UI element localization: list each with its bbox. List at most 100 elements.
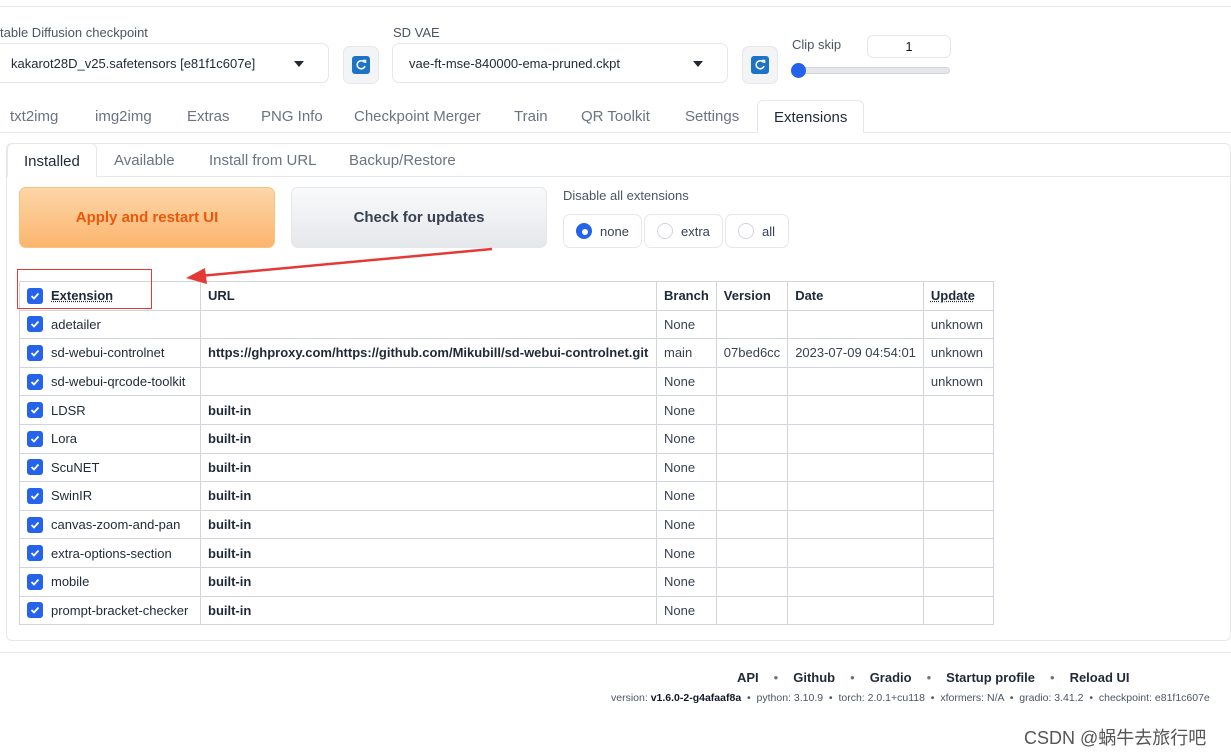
extension-date: 2023-07-09 04:54:01 bbox=[787, 338, 924, 368]
chevron-down-icon bbox=[693, 61, 703, 67]
footer-link-reload-ui[interactable]: Reload UI bbox=[1070, 670, 1130, 685]
separator-dot: • bbox=[850, 670, 855, 685]
extension-url[interactable]: https://ghproxy.com/https://github.com/M… bbox=[200, 338, 657, 368]
clip-skip-slider-thumb[interactable] bbox=[791, 63, 806, 78]
radio-none[interactable]: none bbox=[563, 214, 642, 248]
radio-unselected-icon bbox=[657, 223, 673, 239]
header-update[interactable]: Update bbox=[922, 281, 994, 311]
extension-branch: None bbox=[656, 481, 717, 511]
extension-enabled-checkbox[interactable] bbox=[27, 373, 43, 390]
tab-extras[interactable]: Extras bbox=[187, 100, 230, 133]
tab-settings[interactable]: Settings bbox=[685, 100, 739, 133]
extension-update-status bbox=[922, 452, 994, 483]
separator-dot: • bbox=[926, 670, 932, 685]
extension-version bbox=[715, 395, 789, 425]
extension-enabled-checkbox[interactable] bbox=[27, 573, 43, 590]
extension-cell: sd-webui-controlnet bbox=[19, 338, 201, 368]
clip-skip-input[interactable]: 1 bbox=[867, 35, 951, 58]
extension-branch: None bbox=[656, 595, 717, 626]
extension-version bbox=[715, 423, 789, 454]
checkpoint-hash: checkpoint: e81f1c607e bbox=[1098, 692, 1210, 704]
extension-version bbox=[715, 481, 789, 511]
extension-enabled-checkbox[interactable] bbox=[27, 516, 43, 533]
extension-enabled-checkbox[interactable] bbox=[27, 459, 43, 476]
tab-train[interactable]: Train bbox=[514, 100, 548, 133]
extension-update-status: unknown bbox=[922, 366, 994, 397]
extension-enabled-checkbox[interactable] bbox=[27, 430, 43, 447]
checkpoint-refresh-button[interactable] bbox=[343, 46, 379, 84]
extension-name: ScuNET bbox=[51, 459, 100, 475]
extension-url: built-in bbox=[200, 395, 657, 425]
extension-update-status bbox=[922, 395, 994, 425]
extension-version: 07bed6cc bbox=[715, 338, 789, 368]
tab-png-info[interactable]: PNG Info bbox=[261, 100, 323, 133]
checkpoint-dropdown[interactable]: kakarot28D_v25.safetensors [e81f1c607e] bbox=[0, 43, 329, 83]
extension-branch: None bbox=[656, 538, 717, 568]
extension-enabled-checkbox[interactable] bbox=[27, 487, 43, 504]
vae-value: vae-ft-mse-840000-ema-pruned.ckpt bbox=[409, 55, 620, 71]
vae-refresh-button[interactable] bbox=[742, 46, 778, 84]
extension-url: built-in bbox=[200, 452, 657, 483]
extension-url: built-in bbox=[200, 481, 657, 511]
extension-name: canvas-zoom-and-pan bbox=[51, 517, 181, 533]
apply-restart-button[interactable]: Apply and restart UI bbox=[19, 187, 275, 248]
footer-link-startup-profile[interactable]: Startup profile bbox=[946, 670, 1035, 685]
extension-enabled-checkbox[interactable] bbox=[27, 545, 43, 562]
radio-unselected-icon bbox=[738, 223, 754, 239]
subtab-install-from-url[interactable]: Install from URL bbox=[209, 143, 317, 177]
extension-enabled-checkbox[interactable] bbox=[27, 602, 43, 619]
table-row: extra-options-section built-in None bbox=[19, 538, 994, 568]
extension-branch: None bbox=[656, 423, 717, 454]
extension-name: mobile bbox=[51, 574, 90, 590]
check-updates-button[interactable]: Check for updates bbox=[291, 187, 547, 248]
extension-enabled-checkbox[interactable] bbox=[27, 402, 43, 419]
subtab-installed[interactable]: Installed bbox=[7, 143, 97, 177]
disable-extensions-label: Disable all extensions bbox=[563, 188, 689, 203]
tab-qr-toolkit[interactable]: QR Toolkit bbox=[581, 100, 650, 133]
extension-update-status bbox=[922, 595, 994, 626]
extension-update-status bbox=[922, 566, 994, 597]
table-row: Lora built-in None bbox=[19, 423, 994, 454]
extensions-table: Extension URL Branch Version Date Update… bbox=[19, 281, 994, 626]
tab-extensions[interactable]: Extensions bbox=[757, 100, 865, 133]
table-row: SwinIR built-in None bbox=[19, 481, 994, 511]
clip-skip-label: Clip skip bbox=[792, 37, 842, 52]
tab-img2img[interactable]: img2img bbox=[95, 100, 152, 133]
radio-none-label: none bbox=[600, 223, 629, 239]
extension-name: sd-webui-qrcode-toolkit bbox=[51, 374, 186, 390]
checkpoint-label: table Diffusion checkpoint bbox=[0, 25, 148, 40]
extension-date bbox=[787, 595, 924, 626]
extension-enabled-checkbox[interactable] bbox=[27, 344, 43, 361]
extension-branch: None bbox=[656, 366, 717, 397]
table-row: LDSR built-in None bbox=[19, 395, 994, 425]
extension-url: built-in bbox=[200, 509, 657, 540]
radio-all[interactable]: all bbox=[725, 214, 789, 248]
extension-update-status bbox=[922, 538, 994, 568]
extension-date bbox=[787, 538, 924, 568]
extension-version bbox=[715, 309, 789, 340]
python-version: python: 3.10.9 bbox=[756, 692, 824, 704]
table-row: prompt-bracket-checker built-in None bbox=[19, 595, 994, 626]
extension-enabled-checkbox[interactable] bbox=[27, 316, 43, 333]
footer-link-gradio[interactable]: Gradio bbox=[870, 670, 912, 685]
radio-extra[interactable]: extra bbox=[644, 214, 723, 248]
extension-branch: None bbox=[656, 309, 717, 340]
vae-dropdown[interactable]: vae-ft-mse-840000-ema-pruned.ckpt bbox=[392, 43, 728, 83]
clip-skip-slider[interactable] bbox=[795, 67, 950, 74]
subtab-available[interactable]: Available bbox=[114, 143, 175, 177]
extension-url: built-in bbox=[200, 595, 657, 626]
extension-cell: sd-webui-qrcode-toolkit bbox=[19, 366, 201, 397]
table-row: sd-webui-qrcode-toolkit None unknown bbox=[19, 366, 994, 397]
extension-update-status bbox=[922, 509, 994, 540]
version-info: version: v1.6.0-2-g4afaaf8a • python: 3.… bbox=[611, 692, 1210, 704]
extension-cell: mobile bbox=[19, 566, 201, 597]
tab-checkpoint-merger[interactable]: Checkpoint Merger bbox=[354, 100, 481, 133]
subtab-backup-restore[interactable]: Backup/Restore bbox=[349, 143, 456, 177]
footer-link-api[interactable]: API bbox=[737, 670, 759, 685]
extension-update-status: unknown bbox=[922, 309, 994, 340]
extension-date bbox=[787, 566, 924, 597]
footer-link-github[interactable]: Github bbox=[793, 670, 835, 685]
extension-branch: None bbox=[656, 566, 717, 597]
tab-txt2img[interactable]: txt2img bbox=[10, 100, 58, 133]
separator-dot: • bbox=[773, 670, 779, 685]
